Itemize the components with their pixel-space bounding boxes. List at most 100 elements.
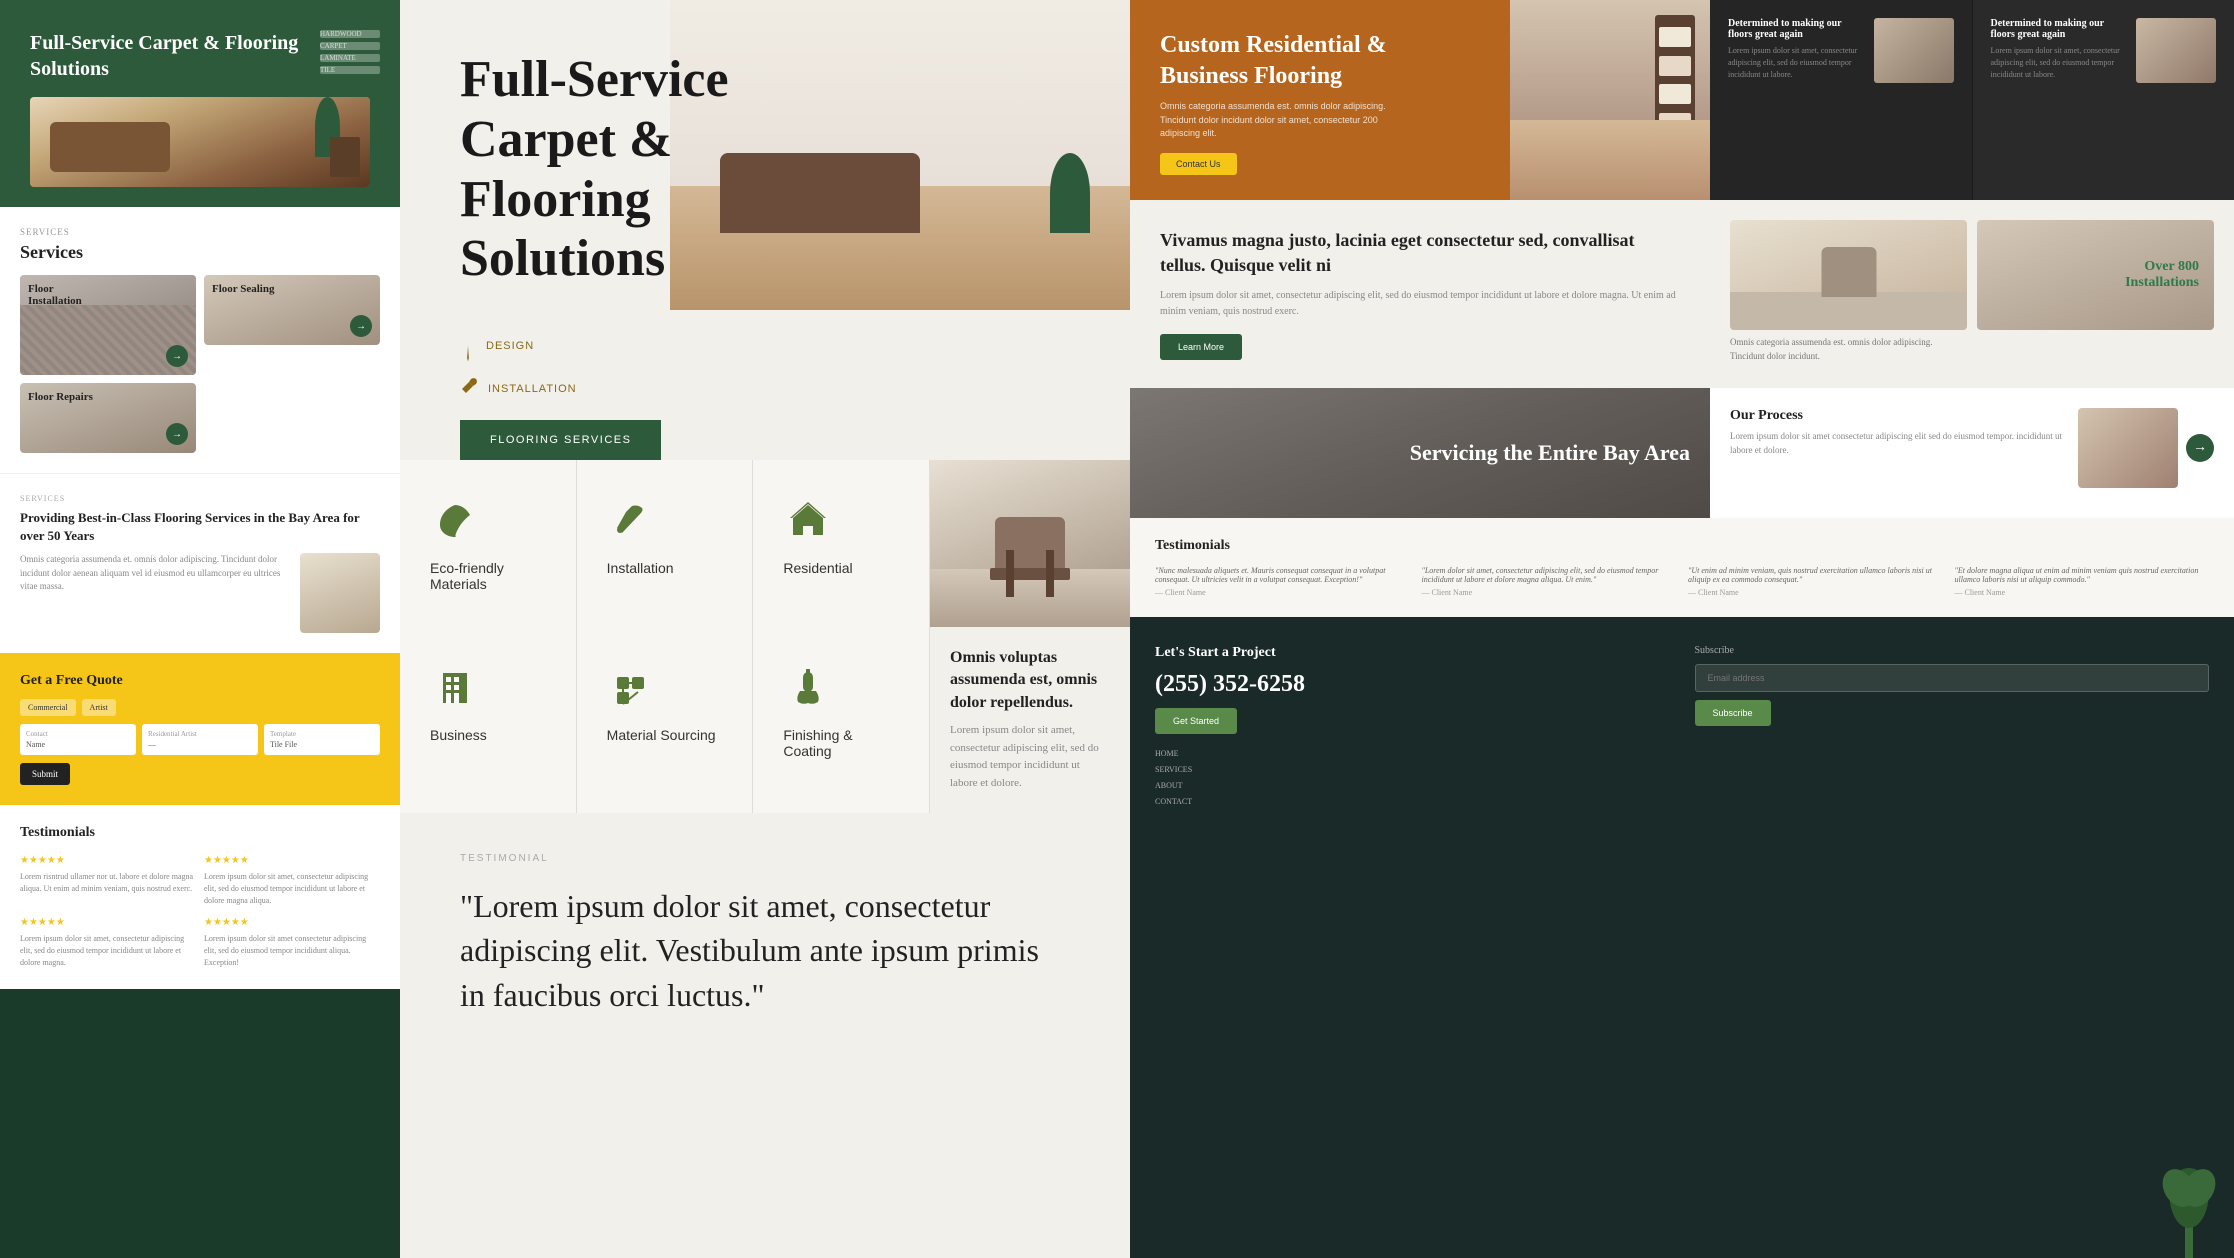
right-top-row: Custom Residential & Business Flooring O…	[1130, 0, 2234, 200]
installations-count: Over 800	[2125, 259, 2199, 276]
right-test-item-4: "Et dolore magna aliqua ut enim ad minim…	[1955, 566, 2210, 597]
service-installation-name: Installation	[607, 560, 674, 576]
home-icon	[783, 495, 833, 545]
process-text: Lorem ipsum dolor sit amet consectetur a…	[1730, 430, 2066, 457]
cta-subscribe-input[interactable]	[1695, 664, 2210, 692]
bay-area-title: Servicing the Entire Bay Area	[1410, 439, 1690, 468]
vivamus-text: Lorem ipsum dolor sit amet, consectetur …	[1160, 288, 1680, 320]
right-hero-btn[interactable]: Contact Us	[1160, 153, 1237, 175]
quote-submit-btn[interactable]: Submit	[20, 763, 70, 785]
left-services-label: Services	[20, 227, 380, 237]
cta-nav-services[interactable]: SERVICES	[1155, 762, 1670, 778]
service-residential: Residential	[753, 460, 929, 627]
feature-left-text: Omnis categoria assumenda est. omnis dol…	[1730, 336, 1967, 363]
process-arrow-btn[interactable]: →	[2186, 434, 2214, 462]
cta-nav-about[interactable]: ABOUT	[1155, 778, 1670, 794]
service-repair-btn[interactable]: →	[166, 423, 188, 445]
right-hero-title: Custom Residential & Business Flooring	[1160, 30, 1400, 92]
service-repair-title: Floor Repairs	[28, 391, 93, 403]
cta-title: Let's Start a Project	[1155, 645, 1670, 661]
dark-item-1-image	[1874, 18, 1954, 83]
cta-nav: HOME SERVICES ABOUT CONTACT	[1155, 746, 1670, 810]
service-eco-name: Eco-friendly Materials	[430, 560, 546, 592]
left-test-item-4: ★★★★★ Lorem ipsum dolor sit amet consect…	[204, 915, 380, 969]
service-business-name: Business	[430, 727, 487, 743]
left-hero-title: Full-Service Carpet & Flooring Solutions	[30, 30, 370, 82]
right-test-author-1: — Client Name	[1155, 588, 1410, 597]
left-services-section: Services Services FloorInstallation → Fl…	[0, 207, 400, 473]
quote-option-2[interactable]: Artist	[82, 699, 116, 716]
services-chair-image	[930, 460, 1130, 627]
building-icon	[430, 662, 480, 712]
dark-item-2: Determined to making our floors great ag…	[1973, 0, 2234, 200]
cta-plant-decoration	[2164, 1158, 2214, 1258]
right-hero: Custom Residential & Business Flooring O…	[1130, 0, 1710, 200]
service-floor-install[interactable]: FloorInstallation →	[20, 275, 196, 375]
right-test-author-2: — Client Name	[1422, 588, 1677, 597]
service-seal-btn[interactable]: →	[350, 315, 372, 337]
nav-tile: TILE	[320, 66, 380, 74]
right-cta-section: Let's Start a Project (255) 352-6258 Get…	[1130, 617, 2234, 1258]
quote-item-2: Residential Artist —	[142, 724, 258, 755]
process-section: Our Process Lorem ipsum dolor sit amet c…	[1710, 388, 2234, 518]
right-feature-grid: Omnis categoria assumenda est. omnis dol…	[1710, 200, 2234, 388]
left-quote-title: Get a Free Quote	[20, 673, 380, 689]
right-test-quote-4: "Et dolore magna aliqua ut enim ad minim…	[1955, 566, 2210, 584]
left-providing-title: Providing Best-in-Class Flooring Service…	[20, 509, 380, 545]
feature-left-col: Omnis categoria assumenda est. omnis dol…	[1730, 220, 1967, 368]
right-test-item-2: "Lorem dolor sit amet, consectetur adipi…	[1422, 566, 1677, 597]
dark-title-1: Determined to making our floors great ag…	[1728, 18, 1864, 40]
left-test-item-1: ★★★★★ Lorem risntrud ullamer nor ut. lab…	[20, 853, 196, 907]
nav-laminate: LAMINATE	[320, 54, 380, 62]
service-install-btn[interactable]: →	[166, 345, 188, 367]
left-test-item-2: ★★★★★ Lorem ipsum dolor sit amet, consec…	[204, 853, 380, 907]
center-hero: Full-Service Carpet & Flooring Solutions	[400, 0, 1130, 320]
right-test-quote-1: "Nunc malesuada aliquets et. Mauris cons…	[1155, 566, 1410, 584]
process-right: →	[2078, 408, 2214, 488]
left-testimonials-section: Testimonials ★★★★★ Lorem risntrud ullame…	[0, 805, 400, 989]
process-title: Our Process	[1730, 408, 2066, 424]
feature-right-col: Over 800 Installations	[1977, 220, 2214, 368]
right-test-author-3: — Client Name	[1688, 588, 1943, 597]
right-panel: Custom Residential & Business Flooring O…	[1130, 0, 2234, 1258]
center-services-grid: Eco-friendly Materials Installation Res	[400, 460, 1130, 627]
cta-nav-home[interactable]: HOME	[1155, 746, 1670, 762]
testimonial-label: TESTIMONIAL	[460, 853, 1070, 864]
vivamus-btn[interactable]: Learn More	[1160, 334, 1242, 360]
cta-get-started-btn[interactable]: Get Started	[1155, 708, 1237, 734]
service-floor-seal[interactable]: Floor Sealing →	[204, 275, 380, 345]
quote-option-1[interactable]: Commercial	[20, 699, 76, 716]
left-services-title: Services	[20, 242, 380, 263]
install-label: INSTALLATION	[488, 383, 577, 395]
service-material: Material Sourcing	[577, 627, 753, 813]
cta-nav-contact[interactable]: CONTACT	[1155, 794, 1670, 810]
left-panel: Full-Service Carpet & Flooring Solutions…	[0, 0, 400, 1258]
cta-nav-items: HOME SERVICES ABOUT CONTACT	[1155, 746, 1670, 810]
flooring-services-btn[interactable]: FLOORING SERVICES	[460, 420, 661, 460]
right-test-item-1: "Nunc malesuada aliquets et. Mauris cons…	[1155, 566, 1410, 597]
feature-chair-image	[1730, 220, 1967, 330]
install-row: INSTALLATION	[460, 377, 1070, 400]
dark-text-1: Lorem ipsum dolor sit amet, consectetur …	[1728, 45, 1864, 81]
left-quote-grid: Contact Name Residential Artist — Templa…	[20, 724, 380, 755]
wrench-icon	[460, 377, 478, 400]
coating-icon	[783, 662, 833, 712]
center-testimonial-section: TESTIMONIAL "Lorem ipsum dolor sit amet,…	[400, 813, 1130, 1058]
service-residential-name: Residential	[783, 560, 852, 576]
cta-left: Let's Start a Project (255) 352-6258 Get…	[1155, 645, 1670, 1230]
left-hero-nav: HARDWOOD CARPET LAMINATE TILE	[320, 30, 380, 74]
dark-item-1: Determined to making our floors great ag…	[1710, 0, 1972, 200]
bay-area-section: Servicing the Entire Bay Area	[1130, 388, 1710, 518]
right-vivamus-row: Vivamus magna justo, lacinia eget consec…	[1130, 200, 2234, 388]
quote-item-1: Contact Name	[20, 724, 136, 755]
cta-subscribe-btn[interactable]: Subscribe	[1695, 700, 1771, 726]
right-hero-sub: Omnis categoria assumenda est. omnis dol…	[1160, 100, 1410, 141]
service-floor-repair[interactable]: Floor Repairs →	[20, 383, 196, 453]
omnis-text: Lorem ipsum dolor sit amet, consectetur …	[950, 722, 1110, 792]
cta-right: Subscribe Subscribe	[1695, 645, 2210, 1230]
service-coating-name: Finishing & Coating	[783, 727, 899, 759]
left-providing-label: Services	[20, 494, 380, 503]
testimonial-quote: "Lorem ipsum dolor sit amet, consectetur…	[460, 884, 1070, 1018]
room-plant	[1050, 153, 1090, 233]
cta-subscribe-label: Subscribe	[1695, 645, 2210, 656]
